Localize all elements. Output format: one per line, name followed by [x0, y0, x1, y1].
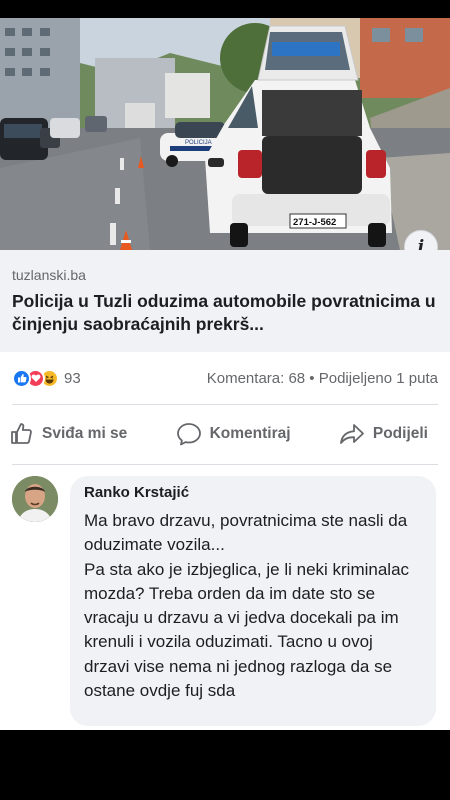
- comment-icon: [176, 423, 201, 446]
- like-label: Sviđa mi se: [42, 425, 128, 442]
- like-button[interactable]: Sviđa mi se: [10, 422, 127, 446]
- divider: [12, 404, 438, 405]
- share-button[interactable]: Podijeli: [339, 422, 428, 446]
- comment-label: Komentiraj: [209, 425, 291, 442]
- police-scene-photo: POLICIJA 271-J-562: [0, 18, 450, 250]
- post-stats: 93 Komentara: 68 • Podijeljeno 1 puta: [0, 352, 450, 404]
- facebook-post: POLICIJA 271-J-562 i tuzlanski.ba Polici…: [0, 18, 450, 730]
- like-icon: [12, 368, 31, 388]
- avatar[interactable]: [12, 476, 58, 522]
- comment-button[interactable]: Komentiraj: [176, 422, 291, 446]
- share-label: Podijeli: [372, 425, 428, 442]
- comments-shares-count[interactable]: Komentara: 68 • Podijeljeno 1 puta: [207, 370, 438, 387]
- link-headline[interactable]: Policija u Tuzli oduzima automobile povr…: [12, 290, 438, 336]
- comment-author[interactable]: Ranko Krstajić: [84, 484, 422, 501]
- post-actions: Sviđa mi se Komentiraj Podijeli: [0, 410, 450, 458]
- share-icon: [339, 424, 364, 444]
- link-domain: tuzlanski.ba: [12, 267, 86, 283]
- comment-text: Ma bravo drzavu, povratnicima ste nasli …: [84, 511, 410, 701]
- thumbs-up-icon: [11, 423, 32, 444]
- police-car-text: POLICIJA: [185, 140, 212, 146]
- license-plate: 271-J-562: [293, 217, 336, 228]
- link-preview-image[interactable]: POLICIJA 271-J-562 i: [0, 18, 450, 250]
- divider: [12, 464, 438, 465]
- reaction-summary[interactable]: 93: [12, 368, 81, 388]
- comment-bubble[interactable]: Ranko Krstajić Ma bravo drzavu, povratni…: [70, 476, 436, 726]
- reaction-count: 93: [64, 369, 81, 387]
- link-preview-meta[interactable]: tuzlanski.ba Policija u Tuzli oduzima au…: [0, 250, 450, 352]
